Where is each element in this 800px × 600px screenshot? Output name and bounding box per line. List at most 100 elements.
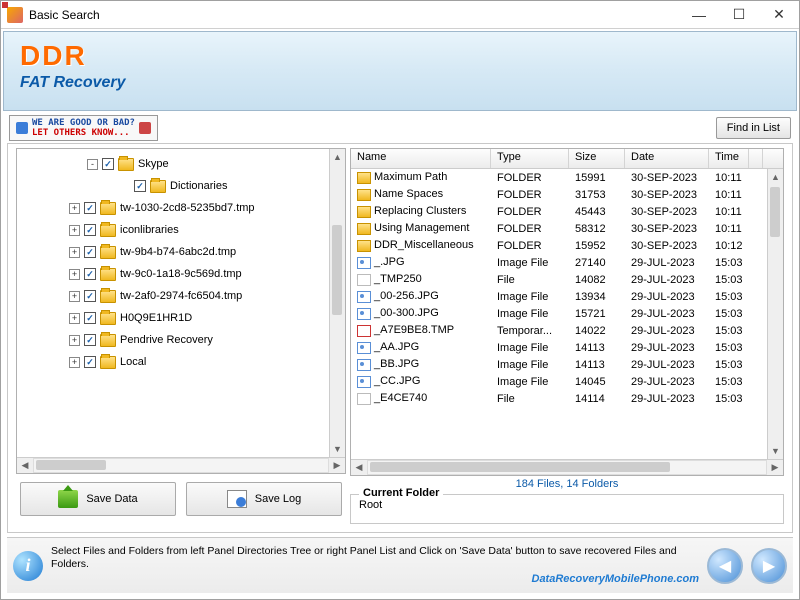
tree-item[interactable]: + ✓ H0Q9E1HR1D: [17, 307, 329, 329]
save-data-button[interactable]: Save Data: [20, 482, 176, 516]
tree-item-label: Local: [120, 356, 146, 368]
feedback-link[interactable]: WE ARE GOOD OR BAD? LET OTHERS KNOW...: [9, 115, 158, 141]
list-row[interactable]: _A7E9BE8.TMPTemporar...1402229-JUL-20231…: [351, 322, 767, 339]
tree-item-label: tw-9c0-1a18-9c569d.tmp: [120, 268, 242, 280]
toggle-icon[interactable]: +: [69, 335, 80, 346]
scroll-right-icon[interactable]: ▶: [329, 458, 345, 473]
feedback-line1: WE ARE GOOD OR BAD?: [32, 118, 135, 128]
toggle-icon[interactable]: +: [69, 291, 80, 302]
scroll-thumb[interactable]: [770, 187, 780, 237]
checkbox[interactable]: ✓: [84, 246, 96, 258]
checkbox[interactable]: ✓: [84, 224, 96, 236]
toggle-icon[interactable]: +: [69, 357, 80, 368]
file-icon: [357, 274, 371, 286]
checkbox[interactable]: ✓: [84, 202, 96, 214]
tree-item-label: Skype: [138, 158, 169, 170]
list-row[interactable]: Replacing ClustersFOLDER4544330-SEP-2023…: [351, 203, 767, 220]
col-size[interactable]: Size: [569, 149, 625, 168]
window: Basic Search — ☐ ✕ DDR FAT Recovery WE A…: [0, 0, 800, 600]
list-row[interactable]: _00-300.JPGImage File1572129-JUL-202315:…: [351, 305, 767, 322]
list-vscrollbar[interactable]: ▲ ▼: [767, 169, 783, 459]
scroll-down-icon[interactable]: ▼: [768, 443, 783, 459]
maximize-button[interactable]: ☐: [719, 1, 759, 29]
list-row[interactable]: Using ManagementFOLDER5831230-SEP-202310…: [351, 220, 767, 237]
scroll-up-icon[interactable]: ▲: [330, 149, 345, 165]
tree-vscrollbar[interactable]: ▲ ▼: [329, 149, 345, 457]
tree-item-label: H0Q9E1HR1D: [120, 312, 192, 324]
tree-item[interactable]: ✓Dictionaries: [17, 175, 329, 197]
list-hscrollbar[interactable]: ◀ ▶: [351, 459, 783, 475]
scroll-thumb[interactable]: [370, 462, 670, 472]
col-type[interactable]: Type: [491, 149, 569, 168]
folder-icon: [100, 356, 116, 369]
folder-icon: [100, 202, 116, 215]
scroll-down-icon[interactable]: ▼: [330, 441, 345, 457]
toggle-icon[interactable]: +: [69, 269, 80, 280]
current-folder-legend: Current Folder: [359, 487, 443, 499]
list-row[interactable]: _BB.JPGImage File1411329-JUL-202315:03: [351, 356, 767, 373]
checkbox[interactable]: ✓: [102, 158, 114, 170]
col-date[interactable]: Date: [625, 149, 709, 168]
file-list[interactable]: Maximum PathFOLDER1599130-SEP-202310:11N…: [351, 169, 767, 459]
checkbox[interactable]: ✓: [84, 290, 96, 302]
list-row[interactable]: _E4CE740File1411429-JUL-202315:03: [351, 390, 767, 407]
tree-item[interactable]: +✓tw-1030-2cd8-5235bd7.tmp: [17, 197, 329, 219]
forward-button[interactable]: ▶: [751, 548, 787, 584]
tmp-icon: [357, 325, 371, 337]
back-button[interactable]: ◀: [707, 548, 743, 584]
save-icon: [58, 490, 78, 508]
toggle-icon[interactable]: +: [69, 313, 80, 324]
tree-item[interactable]: +✓tw-2af0-2974-fc6504.tmp: [17, 285, 329, 307]
close-button[interactable]: ✕: [759, 1, 799, 29]
list-row[interactable]: DDR_MiscellaneousFOLDER1595230-SEP-20231…: [351, 237, 767, 254]
scroll-right-icon[interactable]: ▶: [767, 460, 783, 475]
directory-tree[interactable]: -✓Skype✓Dictionaries+✓tw-1030-2cd8-5235b…: [17, 149, 329, 457]
brand-logo: DDR: [20, 40, 780, 72]
scroll-left-icon[interactable]: ◀: [17, 458, 33, 473]
find-in-list-button[interactable]: Find in List: [716, 117, 791, 139]
footer: i Select Files and Folders from left Pan…: [7, 537, 793, 593]
list-row[interactable]: _00-256.JPGImage File1393429-JUL-202315:…: [351, 288, 767, 305]
list-row[interactable]: _TMP250File1408229-JUL-202315:03: [351, 271, 767, 288]
folder-icon: [357, 223, 371, 235]
toggle-icon[interactable]: +: [69, 203, 80, 214]
list-row[interactable]: _AA.JPGImage File1411329-JUL-202315:03: [351, 339, 767, 356]
folder-icon: [118, 158, 134, 171]
checkbox[interactable]: ✓: [84, 268, 96, 280]
checkbox[interactable]: ✓: [84, 312, 96, 324]
current-folder-group: Current Folder Root: [350, 494, 784, 524]
col-time[interactable]: Time: [709, 149, 749, 168]
tree-item[interactable]: -✓ Skype: [17, 153, 329, 175]
titlebar: Basic Search — ☐ ✕: [1, 1, 799, 29]
scroll-thumb[interactable]: [332, 225, 342, 315]
folder-icon: [100, 224, 116, 237]
scroll-left-icon[interactable]: ◀: [351, 460, 367, 475]
tree-item[interactable]: + ✓ Local: [17, 351, 329, 373]
col-name[interactable]: Name: [351, 149, 491, 168]
checkbox[interactable]: ✓: [84, 334, 96, 346]
tree-item-label: iconlibraries: [120, 224, 179, 236]
right-pane: Name Type Size Date Time Maximum PathFOL…: [350, 144, 784, 528]
checkbox[interactable]: ✓: [134, 180, 146, 192]
list-row[interactable]: Maximum PathFOLDER1599130-SEP-202310:11: [351, 169, 767, 186]
list-header: Name Type Size Date Time: [351, 149, 783, 169]
tree-item[interactable]: + ✓ tw-9c0-1a18-9c569d.tmp: [17, 263, 329, 285]
tree-item[interactable]: +✓tw-9b4-b74-6abc2d.tmp: [17, 241, 329, 263]
toggle-icon[interactable]: +: [69, 247, 80, 258]
save-log-button[interactable]: Save Log: [186, 482, 342, 516]
list-row[interactable]: Name SpacesFOLDER3175330-SEP-202310:11: [351, 186, 767, 203]
toggle-icon[interactable]: -: [87, 159, 98, 170]
img-icon: [357, 376, 371, 388]
tree-item[interactable]: + ✓ iconlibraries: [17, 219, 329, 241]
checkbox[interactable]: ✓: [84, 356, 96, 368]
folder-icon: [100, 290, 116, 303]
tree-item[interactable]: +✓Pendrive Recovery: [17, 329, 329, 351]
tree-hscrollbar[interactable]: ◀ ▶: [17, 457, 345, 473]
scroll-thumb[interactable]: [36, 460, 106, 470]
list-row[interactable]: _CC.JPGImage File1404529-JUL-202315:03: [351, 373, 767, 390]
list-row[interactable]: _.JPGImage File2714029-JUL-202315:03: [351, 254, 767, 271]
scroll-up-icon[interactable]: ▲: [768, 169, 783, 185]
minimize-button[interactable]: —: [679, 1, 719, 29]
toggle-icon[interactable]: +: [69, 225, 80, 236]
folder-icon: [357, 172, 371, 184]
